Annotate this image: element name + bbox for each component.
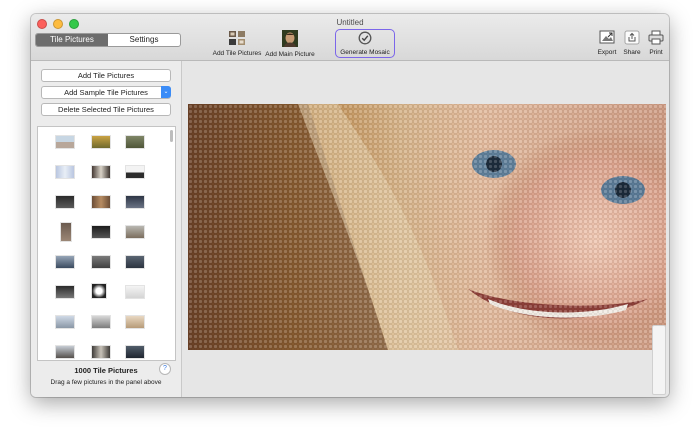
tile-thumbnail[interactable] xyxy=(91,315,111,329)
add-tile-pictures-button[interactable]: Add Tile Pictures xyxy=(41,69,171,82)
tile-thumbnail[interactable] xyxy=(60,222,72,242)
share-button[interactable]: Share xyxy=(621,30,643,56)
export-button[interactable]: Export xyxy=(596,30,618,56)
tile-thumbnail[interactable] xyxy=(125,225,145,239)
tile-thumbnail[interactable] xyxy=(125,195,145,209)
add-main-picture-label: Add Main Picture xyxy=(265,51,315,58)
drag-hint: Drag a few pictures in the panel above xyxy=(50,379,162,386)
share-icon xyxy=(624,30,640,45)
tile-thumbnail[interactable] xyxy=(125,165,145,179)
mosaic-image xyxy=(188,104,666,350)
zoom-slider[interactable] xyxy=(652,325,666,395)
tile-pictures-list[interactable] xyxy=(37,126,176,361)
tile-thumbnail[interactable] xyxy=(55,165,75,179)
tile-pictures-panel: Add Tile Pictures Add Sample Tile Pictur… xyxy=(31,61,182,397)
tile-thumbnail[interactable] xyxy=(91,195,111,209)
app-window: Untitled Tile Pictures Settings Add Tile… xyxy=(31,14,669,397)
tile-thumbnail[interactable] xyxy=(125,345,145,359)
add-tile-pictures-toolbar-button[interactable]: Add Tile Pictures xyxy=(211,30,263,57)
delete-selected-tile-pictures-button[interactable]: Delete Selected Tile Pictures xyxy=(41,103,171,116)
print-button[interactable]: Print xyxy=(645,30,667,56)
tile-thumbnail[interactable] xyxy=(55,315,75,329)
add-sample-tile-pictures-label: Add Sample Tile Pictures xyxy=(64,88,148,97)
share-label: Share xyxy=(623,49,641,56)
tile-thumbnail[interactable] xyxy=(125,285,145,299)
tile-thumbnail[interactable] xyxy=(125,315,145,329)
tab-tile-pictures[interactable]: Tile Pictures xyxy=(36,34,108,46)
tab-segmented-control: Tile Pictures Settings xyxy=(35,33,181,47)
tile-grid-icon xyxy=(229,31,245,45)
tile-thumbnail[interactable] xyxy=(125,135,145,149)
generate-mosaic-button[interactable]: Generate Mosaic xyxy=(337,31,393,56)
add-sample-tile-pictures-popup[interactable]: Add Sample Tile Pictures ⌄ xyxy=(41,86,171,99)
checkmark-circle-icon xyxy=(358,31,372,45)
window-title: Untitled xyxy=(336,18,364,27)
tile-thumbnail[interactable] xyxy=(91,283,107,299)
export-label: Export xyxy=(597,49,617,56)
tile-thumbnail[interactable] xyxy=(55,195,75,209)
scrollbar[interactable] xyxy=(170,130,173,142)
tile-thumbnail[interactable] xyxy=(55,135,75,149)
portrait-picture-icon xyxy=(282,30,298,47)
tile-thumbnail[interactable] xyxy=(55,255,75,269)
add-main-picture-toolbar-button[interactable]: Add Main Picture xyxy=(264,30,316,58)
mosaic-canvas-area xyxy=(182,61,669,397)
tile-thumbnail[interactable] xyxy=(55,345,75,359)
tile-thumbnail[interactable] xyxy=(91,135,111,149)
printer-icon xyxy=(648,30,664,45)
export-image-icon xyxy=(599,30,615,44)
tile-thumbnail[interactable] xyxy=(125,255,145,269)
tab-settings[interactable]: Settings xyxy=(108,34,180,46)
tile-thumbnail[interactable] xyxy=(91,345,111,359)
titlebar: Untitled Tile Pictures Settings Add Tile… xyxy=(31,14,669,61)
tile-thumbnail[interactable] xyxy=(91,165,111,179)
add-tile-pictures-label: Add Tile Pictures xyxy=(212,50,262,57)
tile-thumbnail[interactable] xyxy=(55,285,75,299)
tile-thumbnail[interactable] xyxy=(91,255,111,269)
help-button[interactable]: ? xyxy=(159,363,171,375)
tile-thumbnail[interactable] xyxy=(91,225,111,239)
print-label: Print xyxy=(649,49,663,56)
chevron-updown-icon: ⌄ xyxy=(161,86,171,98)
generate-mosaic-label: Generate Mosaic xyxy=(340,49,390,56)
